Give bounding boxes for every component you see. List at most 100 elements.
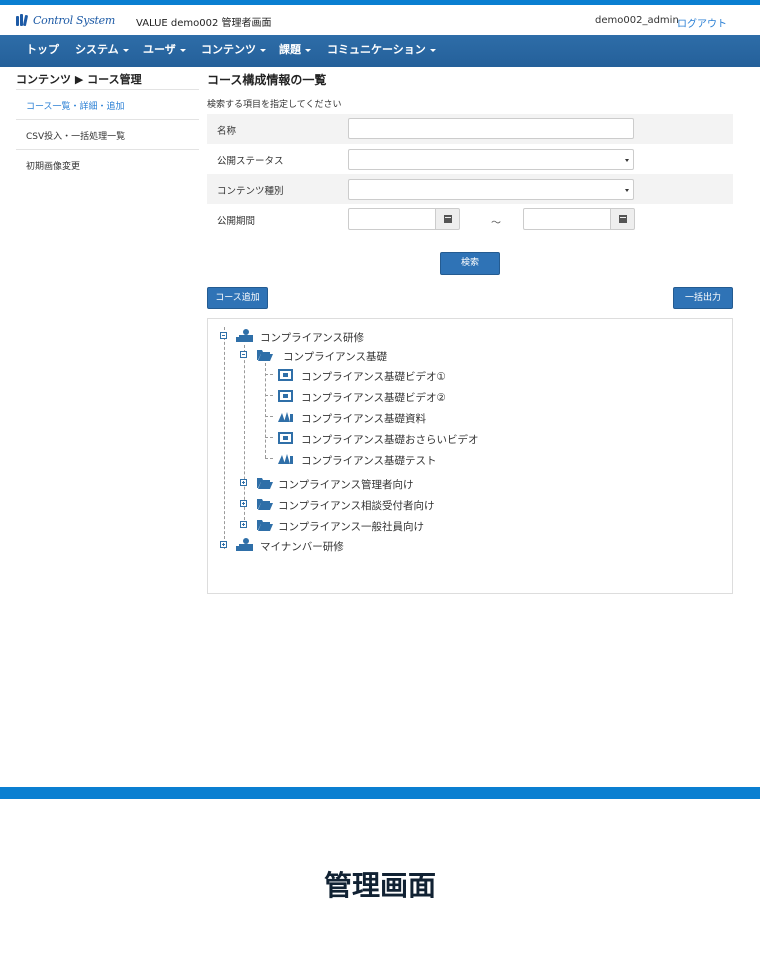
tree-leaf-label: コンプライアンス基礎ビデオ② [301, 392, 446, 404]
sidebar-breadcrumb: コンテンツ ▶ コース管理 [16, 73, 142, 86]
folder-open-icon [257, 350, 273, 361]
collapse-toggle-icon[interactable] [240, 351, 247, 358]
logo-text: Control System [33, 13, 115, 27]
period-from-input[interactable] [348, 208, 437, 230]
app-title: VALUE demo002 管理者画面 [136, 18, 272, 29]
status-label: 公開ステータス [217, 156, 284, 167]
nav-communication[interactable]: コミュニケーション [327, 35, 436, 67]
nav-system-label: システム [75, 43, 119, 56]
tree-leaf-label: コンプライアンス基礎おさらいビデオ [301, 434, 479, 446]
form-row-type: コンテンツ種別 [207, 174, 733, 204]
tree-leaf-label: コンプライアンス基礎ビデオ① [301, 371, 446, 383]
expand-toggle-icon[interactable] [240, 521, 247, 528]
logo[interactable]: Control System [16, 12, 115, 28]
search-button[interactable]: 検索 [440, 252, 500, 275]
course-icon [236, 329, 253, 342]
nav-user-label: ユーザ [143, 43, 176, 56]
folder-icon [257, 478, 273, 489]
books-logo-icon [16, 14, 30, 27]
form-row-period: 公開期間 ～ [207, 204, 733, 234]
tree-connector [265, 416, 273, 417]
type-label: コンテンツ種別 [217, 186, 284, 197]
tree-connector [265, 437, 273, 438]
search-instruction: 検索する項目を指定してください [207, 100, 342, 110]
tree-connector [265, 363, 266, 458]
form-row-name: 名称 [207, 114, 733, 144]
expand-toggle-icon[interactable] [240, 500, 247, 507]
tree-leaf[interactable]: コンプライアンス基礎テスト [278, 451, 538, 467]
tree-folder-label: コンプライアンス一般社員向け [278, 521, 425, 533]
nav-top-label: トップ [26, 43, 59, 56]
tree-course-compliance[interactable]: コンプライアンス研修 [220, 328, 420, 344]
period-label: 公開期間 [217, 216, 256, 227]
book-icon [278, 454, 293, 464]
tree-leaf[interactable]: コンプライアンス基礎ビデオ② [278, 388, 538, 404]
tree-connector [265, 395, 273, 396]
tree-folder-label: コンプライアンス管理者向け [278, 479, 414, 491]
period-separator: ～ [491, 218, 501, 229]
tree-leaf[interactable]: コンプライアンス基礎おさらいビデオ [278, 430, 538, 446]
caret-down-icon [625, 159, 629, 162]
collapse-toggle-icon[interactable] [220, 332, 227, 339]
period-from-calendar-button[interactable] [435, 208, 460, 230]
tree-folder-basic[interactable]: コンプライアンス基礎 [240, 347, 440, 363]
sidebar-item-initial-image[interactable]: 初期画像変更 [26, 159, 80, 172]
add-course-button[interactable]: コース追加 [207, 287, 268, 309]
sidebar-item-course-list[interactable]: コース一覧・詳細・追加 [26, 99, 125, 112]
video-icon [278, 369, 293, 381]
course-tree: コンプライアンス研修 コンプライアンス基礎 コンプライアンス基礎ビデオ① コンプ… [207, 318, 733, 594]
tree-folder-managers[interactable]: コンプライアンス管理者向け [240, 475, 480, 491]
sidebar-item-csv-import[interactable]: CSV投入・一括処理一覧 [26, 129, 125, 142]
sidebar-divider [16, 89, 199, 90]
sidebar-divider [16, 119, 199, 120]
nav-communication-label: コミュニケーション [327, 43, 426, 56]
period-to-calendar-button[interactable] [610, 208, 635, 230]
caret-down-icon [305, 48, 311, 52]
status-select[interactable] [348, 149, 634, 170]
nav-contents-label: コンテンツ [201, 43, 256, 56]
tree-folder-consult[interactable]: コンプライアンス相談受付者向け [240, 496, 480, 512]
period-to-input[interactable] [523, 208, 612, 230]
nav-user[interactable]: ユーザ [143, 35, 186, 67]
content-type-select[interactable] [348, 179, 634, 200]
caret-down-icon [429, 48, 436, 52]
page-title: コース構成情報の一覧 [207, 73, 327, 87]
caret-down-icon [625, 189, 629, 192]
tree-leaf[interactable]: コンプライアンス基礎資料 [278, 409, 538, 425]
course-icon [236, 538, 253, 551]
footer-band [0, 787, 760, 799]
caret-down-icon [122, 48, 129, 52]
header: Control System VALUE demo002 管理者画面 demo0… [0, 5, 760, 35]
caret-down-icon [260, 48, 266, 52]
video-icon [278, 390, 293, 402]
tree-leaf-label: コンプライアンス基礎テスト [301, 455, 437, 467]
tree-connector [224, 327, 225, 549]
bulk-export-button[interactable]: 一括出力 [673, 287, 733, 309]
caret-down-icon [179, 48, 186, 52]
book-icon [278, 412, 293, 422]
current-user-name: demo002_admin [595, 15, 679, 26]
nav-system[interactable]: システム [75, 35, 129, 67]
tree-connector [265, 374, 273, 375]
name-input[interactable] [348, 118, 634, 139]
tree-folder-general[interactable]: コンプライアンス一般社員向け [240, 517, 480, 533]
expand-toggle-icon[interactable] [220, 541, 227, 548]
form-row-status: 公開ステータス [207, 144, 733, 174]
tree-course-label: コンプライアンス研修 [260, 332, 365, 344]
tree-folder-label: コンプライアンス相談受付者向け [278, 500, 435, 512]
name-label: 名称 [217, 126, 237, 137]
video-icon [278, 432, 293, 444]
logout-link[interactable]: ログアウト [677, 15, 727, 30]
tree-leaf-label: コンプライアンス基礎資料 [301, 413, 427, 425]
tree-course-mynumber[interactable]: マイナンバー研修 [220, 537, 420, 553]
expand-toggle-icon[interactable] [240, 479, 247, 486]
nav-assignments[interactable]: 課題 [279, 35, 311, 67]
tree-folder-label: コンプライアンス基礎 [283, 351, 388, 363]
tree-connector [265, 458, 273, 459]
nav-contents[interactable]: コンテンツ [201, 35, 266, 67]
footer-caption: 管理画面 [323, 869, 436, 902]
tree-leaf[interactable]: コンプライアンス基礎ビデオ① [278, 367, 538, 383]
nav-assignments-label: 課題 [279, 43, 301, 56]
tree-course-label: マイナンバー研修 [260, 541, 344, 553]
nav-top[interactable]: トップ [26, 35, 59, 67]
